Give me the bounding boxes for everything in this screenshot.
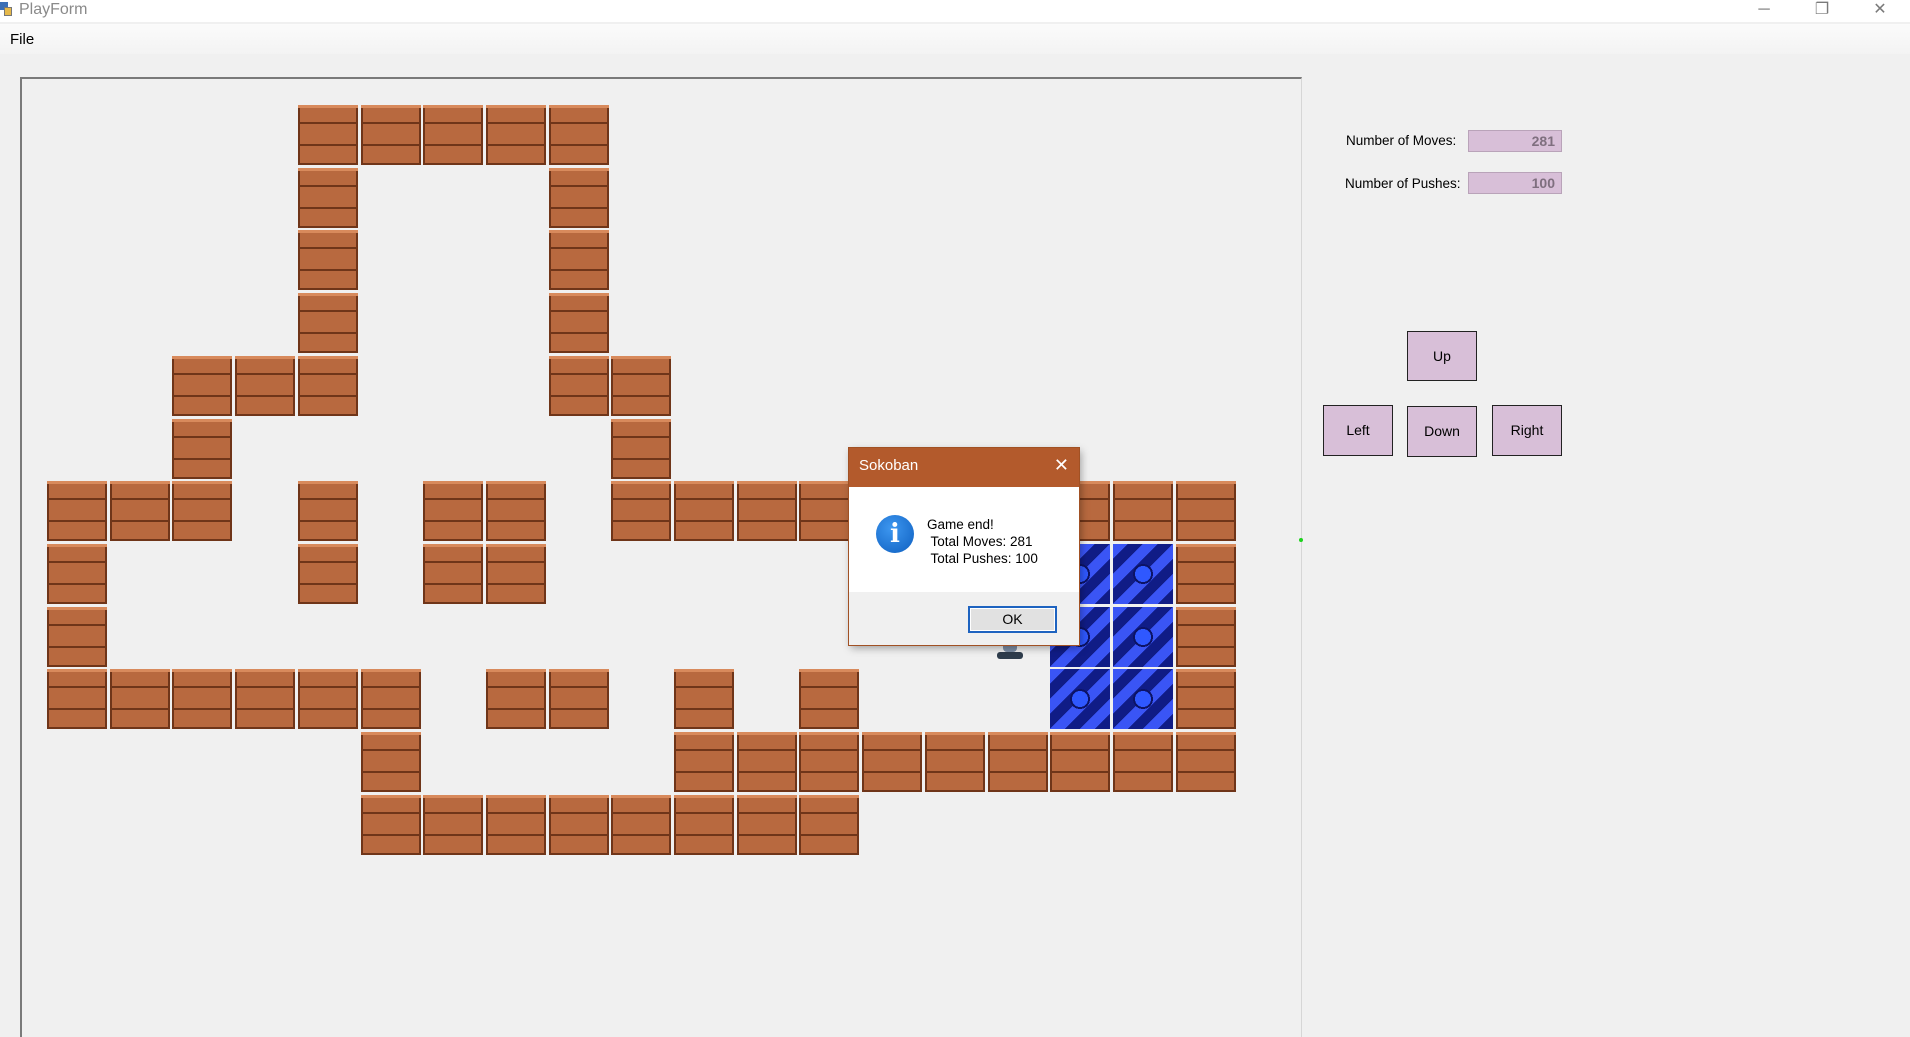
goal-tile [1113,544,1173,604]
app-icon [0,2,12,16]
dialog-title: Sokoban [859,457,919,474]
wall-tile [172,419,232,479]
wall-tile [298,481,358,541]
wall-tile [549,168,609,228]
wall-tile [47,481,107,541]
wall-tile [172,669,232,729]
wall-tile [549,230,609,290]
wall-tile [361,669,421,729]
wall-tile [486,481,546,541]
moves-value: 281 [1468,130,1562,152]
dialog-close-icon[interactable]: ✕ [1054,455,1069,476]
minimize-button[interactable]: ─ [1735,0,1793,22]
wall-tile [1050,732,1110,792]
wall-tile [110,481,170,541]
wall-tile [423,544,483,604]
wall-tile [110,669,170,729]
up-button[interactable]: Up [1407,331,1477,381]
wall-tile [1176,669,1236,729]
game-board [20,77,1302,1037]
wall-tile [298,293,358,353]
status-dot [1299,538,1303,542]
wall-tile [423,481,483,541]
title-bar: PlayForm ─ ❐ ✕ [0,0,1910,22]
dialog-line-1: Game end! [927,517,994,532]
wall-tile [486,795,546,855]
wall-tile [549,669,609,729]
wall-tile [298,105,358,165]
wall-tile [172,356,232,416]
restore-button[interactable]: ❐ [1793,0,1851,22]
wall-tile [298,356,358,416]
wall-tile [298,230,358,290]
wall-tile [235,356,295,416]
wall-tile [298,544,358,604]
wall-tile [1113,732,1173,792]
wall-tile [988,732,1048,792]
wall-tile [674,481,734,541]
wall-tile [549,356,609,416]
goal-tile [1050,669,1110,729]
wall-tile [1176,732,1236,792]
close-window-button[interactable]: ✕ [1851,0,1909,22]
wall-tile [549,105,609,165]
wall-tile [549,795,609,855]
wall-tile [172,481,232,541]
info-icon: i [876,515,914,553]
wall-tile [361,795,421,855]
wall-tile [674,669,734,729]
dialog-message: Game end! Total Moves: 281 Total Pushes:… [927,516,1038,567]
wall-tile [611,356,671,416]
wall-tile [47,669,107,729]
wall-tile [611,481,671,541]
wall-tile [799,669,859,729]
menu-file[interactable]: File [10,31,34,48]
game-end-dialog: Sokoban ✕ i Game end! Total Moves: 281 T… [849,448,1079,645]
wall-tile [486,544,546,604]
wall-tile [1113,481,1173,541]
window-title: PlayForm [19,1,88,18]
ok-button[interactable]: OK [968,606,1057,633]
moves-label: Number of Moves: [1346,133,1457,148]
wall-tile [423,105,483,165]
dialog-line-2: Total Moves: 281 [927,534,1033,549]
wall-tile [1176,544,1236,604]
wall-tile [611,795,671,855]
wall-tile [862,732,922,792]
wall-tile [361,732,421,792]
down-button[interactable]: Down [1407,406,1477,457]
wall-tile [423,795,483,855]
wall-tile [1176,481,1236,541]
wall-tile [674,795,734,855]
wall-tile [549,293,609,353]
left-button[interactable]: Left [1323,405,1393,456]
goal-tile [1113,607,1173,667]
wall-tile [486,105,546,165]
wall-tile [925,732,985,792]
pushes-label: Number of Pushes: [1345,176,1461,191]
dialog-title-bar: Sokoban ✕ [849,448,1079,487]
wall-tile [486,669,546,729]
wall-tile [47,544,107,604]
pushes-value: 100 [1468,172,1562,194]
wall-tile [737,732,797,792]
wall-tile [799,732,859,792]
wall-tile [235,669,295,729]
wall-tile [361,105,421,165]
wall-tile [47,607,107,667]
wall-tile [298,669,358,729]
wall-tile [298,168,358,228]
wall-tile [1176,607,1236,667]
goal-tile [1113,669,1173,729]
dialog-line-3: Total Pushes: 100 [927,551,1038,566]
wall-tile [611,419,671,479]
wall-tile [737,795,797,855]
wall-tile [799,795,859,855]
menu-bar: File [0,24,1910,54]
wall-tile [737,481,797,541]
wall-tile [674,732,734,792]
right-button[interactable]: Right [1492,405,1562,456]
